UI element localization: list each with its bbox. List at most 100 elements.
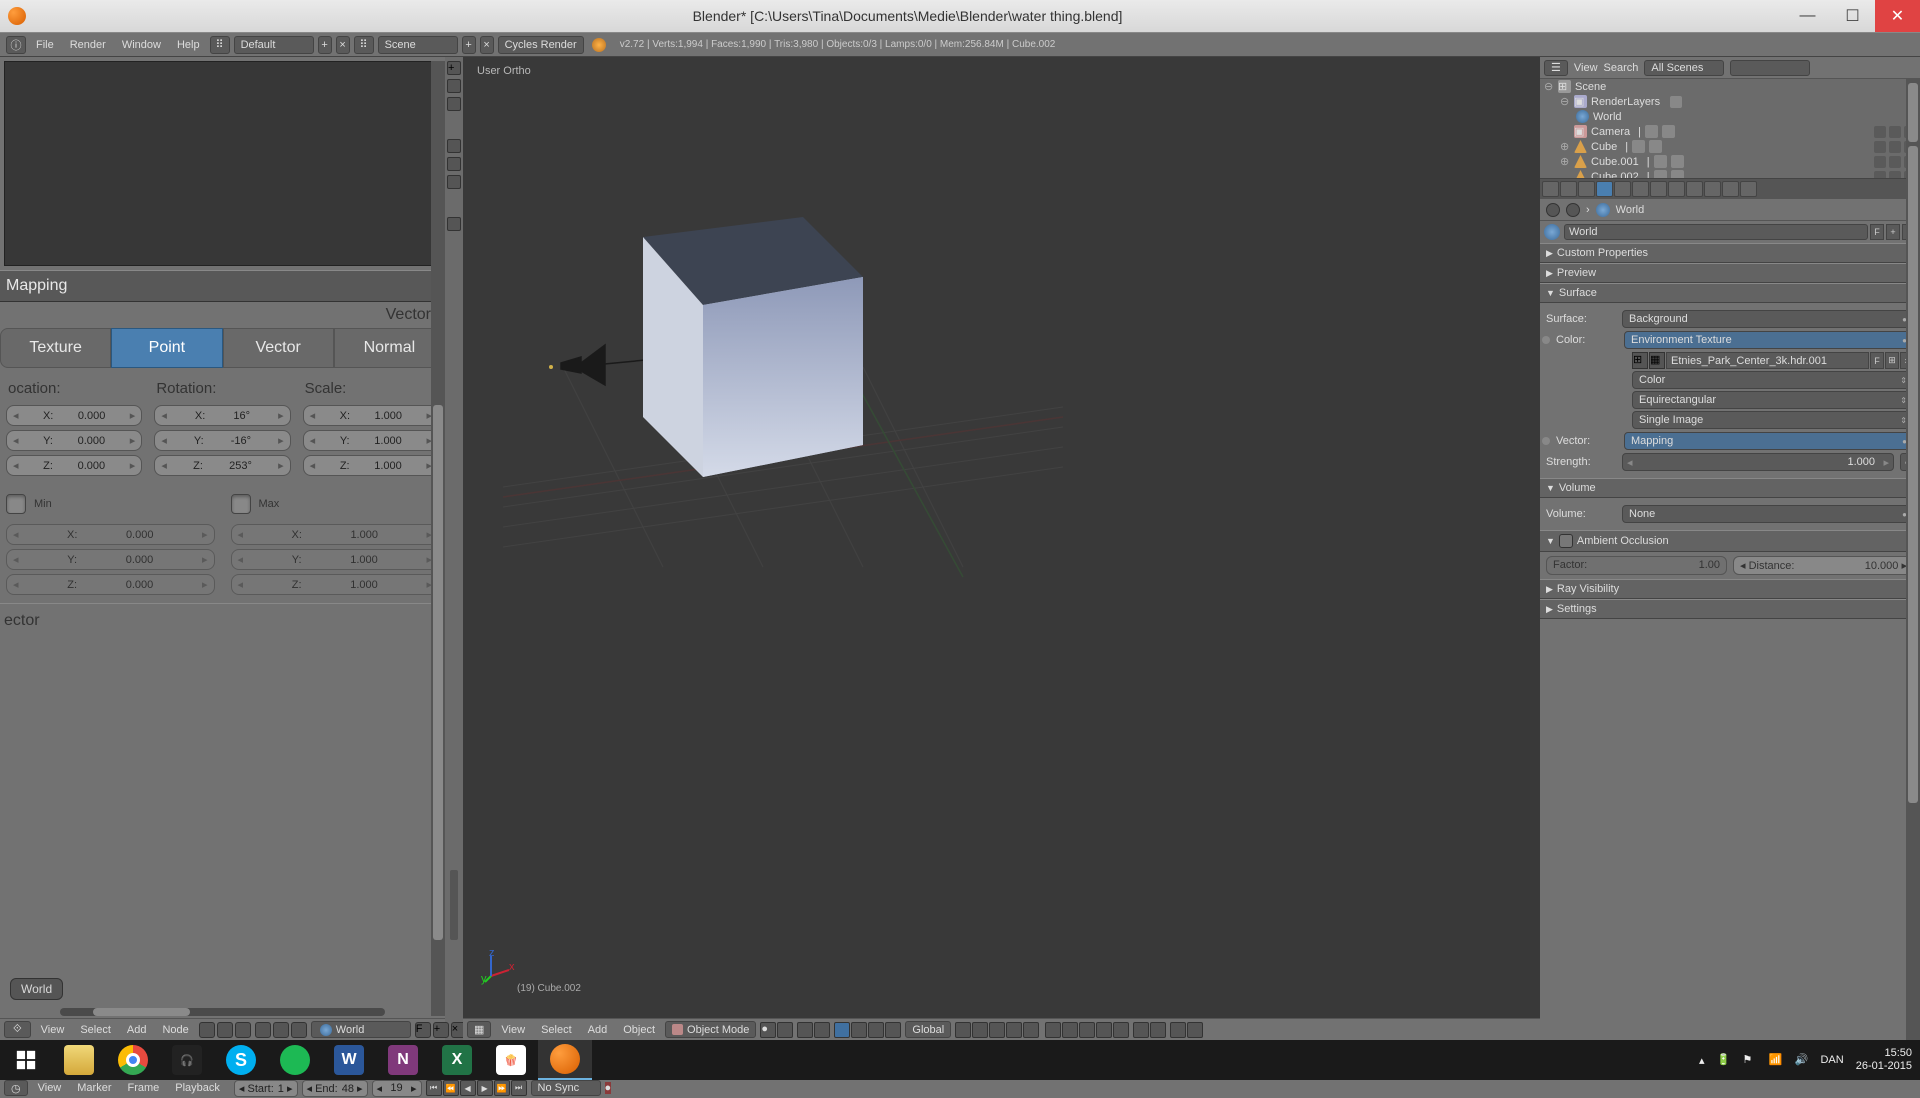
menu-window[interactable]: Window	[116, 37, 167, 53]
ne-menu-node[interactable]: Node	[156, 1024, 194, 1036]
taskbar-chrome[interactable]	[106, 1040, 160, 1080]
toolbar-toggle-icon[interactable]	[447, 97, 461, 111]
prop-tab-texture-icon[interactable]	[1704, 181, 1721, 197]
tray-flag-icon[interactable]: ⚑	[1742, 1053, 1756, 1067]
properties-vscroll[interactable]	[1906, 142, 1920, 1080]
tab-texture[interactable]: Texture	[0, 328, 111, 368]
color-socket-icon[interactable]	[1542, 336, 1550, 344]
play-button[interactable]: ▶	[477, 1080, 493, 1096]
record-button[interactable]: ●	[605, 1082, 612, 1094]
prop-tab-modifiers-icon[interactable]	[1650, 181, 1667, 197]
breadcrumb-world[interactable]: World	[1616, 204, 1645, 216]
toolbar-toggle-icon[interactable]	[447, 79, 461, 93]
node-editor-vscroll[interactable]	[431, 61, 445, 1016]
ne-add-button[interactable]: +	[433, 1022, 449, 1038]
colorspace-dropdown[interactable]: Color⇕	[1632, 371, 1914, 389]
jump-end-button[interactable]: ⏭	[511, 1080, 527, 1096]
projection-dropdown[interactable]: Equirectangular⇕	[1632, 391, 1914, 409]
ne-tree-type-icons[interactable]	[255, 1022, 307, 1038]
prop-tab-render-icon[interactable]	[1542, 181, 1559, 197]
toolbar-tab-icon[interactable]	[447, 217, 461, 231]
scene-delete-button[interactable]: ×	[480, 36, 494, 54]
rotation-x-field[interactable]: ◂X:16°▸	[154, 405, 290, 426]
toolbar-tab-icon[interactable]	[447, 175, 461, 189]
tab-normal[interactable]: Normal	[334, 328, 445, 368]
tab-point[interactable]: Point	[111, 328, 222, 368]
max-z-field[interactable]: ◂Z:1.000▸	[231, 574, 440, 595]
prop-tab-world-icon[interactable]	[1596, 181, 1613, 197]
min-x-field[interactable]: ◂X:0.000▸	[6, 524, 215, 545]
outliner-cube002[interactable]: Cube.002	[1591, 171, 1639, 180]
layer-buttons[interactable]	[955, 1022, 1129, 1038]
image-name-field[interactable]	[1666, 352, 1869, 369]
tab-vector[interactable]: Vector	[223, 328, 334, 368]
pin-icon[interactable]	[1546, 203, 1560, 217]
outliner[interactable]: ⊖⊞Scene ⊖▣RenderLayers World ▣Camera| ⊕C…	[1540, 79, 1920, 179]
vector-socket-icon[interactable]	[1542, 437, 1550, 445]
image-fake-user-button[interactable]: F	[1870, 352, 1884, 369]
start-frame-field[interactable]: ◂ Start:1 ▸	[234, 1080, 298, 1097]
current-frame-field[interactable]: ◂19▸	[372, 1080, 422, 1097]
tl-menu-frame[interactable]: Frame	[122, 1082, 166, 1094]
menu-help[interactable]: Help	[171, 37, 206, 53]
taskbar-word[interactable]: W	[322, 1040, 376, 1080]
screen-browse-icon[interactable]: ⠿	[210, 36, 230, 54]
panel-volume[interactable]: ▼Volume	[1540, 478, 1920, 498]
world-browse-icon[interactable]	[1544, 224, 1560, 240]
taskbar-explorer[interactable]	[52, 1040, 106, 1080]
editor-type-timeline-icon[interactable]: ◷	[4, 1080, 28, 1096]
color-input-dropdown[interactable]: Environment Texture●	[1624, 331, 1914, 349]
visibility-eye-icon[interactable]	[1874, 171, 1886, 180]
toolbar-tab-icon[interactable]	[447, 157, 461, 171]
node-editor-hscroll[interactable]	[60, 1008, 385, 1016]
visibility-eye-icon[interactable]	[1874, 141, 1886, 153]
node-editor-empty-view[interactable]	[4, 61, 441, 266]
manipulator-icons[interactable]	[834, 1022, 901, 1038]
outliner-camera[interactable]: Camera	[1591, 126, 1630, 138]
editor-type-node-icon[interactable]: ⟐	[4, 1021, 31, 1038]
vp-menu-view[interactable]: View	[495, 1024, 531, 1036]
visibility-select-icon[interactable]	[1889, 156, 1901, 168]
ne-menu-view[interactable]: View	[35, 1024, 71, 1036]
3d-viewport[interactable]: User Ortho	[463, 57, 1540, 1018]
strength-field[interactable]: ◂1.000▸	[1622, 453, 1894, 471]
visibility-select-icon[interactable]	[1889, 126, 1901, 138]
toolbar-toggle-top-icon[interactable]: +	[447, 61, 461, 75]
taskbar-onenote[interactable]: N	[376, 1040, 430, 1080]
tray-network-icon[interactable]: 📶	[1768, 1053, 1782, 1067]
ne-shader-type-icons[interactable]	[199, 1022, 251, 1038]
visibility-eye-icon[interactable]	[1874, 156, 1886, 168]
prop-tab-renderlayers-icon[interactable]	[1560, 181, 1577, 197]
vp-menu-select[interactable]: Select	[535, 1024, 578, 1036]
menu-file[interactable]: File	[30, 37, 60, 53]
taskbar-audio[interactable]: 🎧	[160, 1040, 214, 1080]
snap-icons[interactable]	[1133, 1022, 1166, 1038]
screen-layout-dropdown[interactable]: Default	[234, 36, 314, 54]
outliner-scope-dropdown[interactable]: All Scenes	[1644, 60, 1724, 76]
tray-battery-icon[interactable]: 🔋	[1716, 1053, 1730, 1067]
play-reverse-button[interactable]: ◀	[460, 1080, 476, 1096]
ao-factor-field[interactable]: Factor:1.00	[1546, 556, 1727, 575]
taskbar-blender[interactable]	[538, 1040, 592, 1080]
ne-fake-user-button[interactable]: F	[415, 1022, 431, 1038]
visibility-eye-icon[interactable]	[1874, 126, 1886, 138]
visibility-select-icon[interactable]	[1889, 171, 1901, 180]
panel-custom-properties[interactable]: ▶Custom Properties	[1540, 243, 1920, 263]
rotation-z-field[interactable]: ◂Z:253°▸	[154, 455, 290, 476]
ne-world-dropdown[interactable]: World	[311, 1021, 411, 1038]
scale-z-field[interactable]: ◂Z:1.000▸	[303, 455, 439, 476]
tl-menu-view[interactable]: View	[32, 1082, 68, 1094]
outliner-search-input[interactable]	[1730, 60, 1810, 76]
taskbar-excel[interactable]: X	[430, 1040, 484, 1080]
tray-volume-icon[interactable]: 🔊	[1794, 1053, 1808, 1067]
editor-type-outliner-icon[interactable]: ☰	[1544, 60, 1568, 76]
ne-menu-select[interactable]: Select	[74, 1024, 117, 1036]
taskbar-popcorn[interactable]: 🍿	[484, 1040, 538, 1080]
screen-add-button[interactable]: +	[318, 36, 332, 54]
location-z-field[interactable]: ◂Z:0.000▸	[6, 455, 142, 476]
prop-tab-constraints-icon[interactable]	[1632, 181, 1649, 197]
tl-menu-playback[interactable]: Playback	[169, 1082, 226, 1094]
world-name-field[interactable]	[1564, 224, 1868, 240]
ao-enable-checkbox[interactable]	[1559, 534, 1573, 548]
prop-tab-data-icon[interactable]	[1668, 181, 1685, 197]
